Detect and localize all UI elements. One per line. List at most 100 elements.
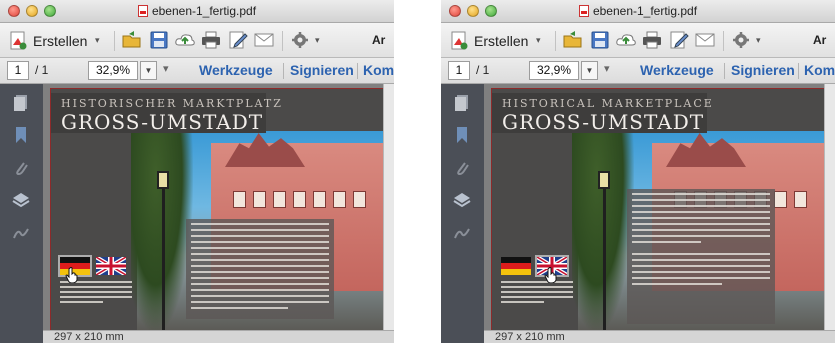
nav-more-icon[interactable]: ▾ bbox=[163, 62, 169, 75]
nav-separator bbox=[724, 63, 725, 79]
title-bar: ebenen-1_fertig.pdf bbox=[0, 0, 394, 23]
street-lamp bbox=[157, 171, 169, 330]
print-icon[interactable] bbox=[200, 30, 222, 50]
vertical-scrollbar[interactable] bbox=[383, 84, 394, 343]
hand-cursor-icon bbox=[65, 267, 78, 283]
navigation-bar: 1 / 1 32,9% ▼ ▾ Werkzeuge Signieren Komm bbox=[0, 58, 394, 84]
document-canvas: HISTORICAL MARKETPLACE GROSS-UMSTADT 297… bbox=[484, 84, 835, 343]
toolbar-separator bbox=[282, 31, 283, 51]
pdf-page: HISTORISCHER MARKTPLATZ GROSS-UMSTADT bbox=[50, 88, 394, 331]
header-subtitle: HISTORICAL MARKETPLACE bbox=[502, 97, 714, 110]
page-number-input[interactable]: 1 bbox=[7, 61, 29, 80]
status-bar: 297 x 210 mm bbox=[43, 330, 394, 343]
building-window bbox=[313, 191, 326, 208]
toolbar-overflow-label[interactable]: Ar bbox=[372, 33, 385, 47]
cloud-upload-icon[interactable] bbox=[615, 30, 637, 50]
create-dropdown-arrow-icon[interactable]: ▾ bbox=[95, 35, 100, 46]
page-size-label: 297 x 210 mm bbox=[495, 331, 565, 343]
open-folder-icon[interactable] bbox=[562, 30, 584, 50]
page-number-input[interactable]: 1 bbox=[448, 61, 470, 80]
cloud-upload-icon[interactable] bbox=[174, 30, 196, 50]
zoom-input[interactable]: 32,9% bbox=[88, 61, 138, 80]
signatures-icon[interactable] bbox=[12, 224, 30, 242]
edit-sign-icon[interactable] bbox=[668, 30, 690, 50]
vertical-scrollbar[interactable] bbox=[824, 84, 835, 343]
comment-link[interactable]: Komm bbox=[804, 62, 835, 78]
toolbar-separator bbox=[555, 31, 556, 51]
nav-more-icon[interactable]: ▾ bbox=[604, 62, 610, 75]
navigation-bar: 1 / 1 32,9% ▼ ▾ Werkzeuge Signieren Komm bbox=[441, 58, 835, 84]
pages-panel-icon[interactable] bbox=[453, 94, 471, 112]
building-window bbox=[794, 191, 807, 208]
nav-separator bbox=[798, 63, 799, 79]
town-hall-roof bbox=[666, 133, 746, 167]
bookmark-icon[interactable] bbox=[12, 126, 30, 144]
sign-link[interactable]: Signieren bbox=[290, 62, 354, 78]
zoom-input[interactable]: 32,9% bbox=[529, 61, 579, 80]
mail-icon[interactable] bbox=[694, 30, 716, 50]
sign-link[interactable]: Signieren bbox=[731, 62, 795, 78]
mail-icon[interactable] bbox=[253, 30, 275, 50]
layers-icon[interactable] bbox=[453, 191, 471, 209]
title-bar: ebenen-1_fertig.pdf bbox=[441, 0, 835, 23]
town-info-caption bbox=[60, 281, 132, 306]
pages-panel-icon[interactable] bbox=[12, 94, 30, 112]
signatures-icon[interactable] bbox=[453, 224, 471, 242]
header-title: GROSS-UMSTADT bbox=[502, 110, 705, 134]
window-title-text: ebenen-1_fertig.pdf bbox=[592, 4, 698, 18]
attachment-icon[interactable] bbox=[453, 159, 471, 177]
edit-sign-icon[interactable] bbox=[227, 30, 249, 50]
building-window bbox=[774, 191, 787, 208]
page-total: / 1 bbox=[476, 63, 490, 77]
hand-cursor-icon bbox=[544, 267, 557, 283]
building-window bbox=[233, 191, 246, 208]
building-window bbox=[273, 191, 286, 208]
uk-flag-icon[interactable] bbox=[96, 257, 126, 275]
toolbar: Erstellen ▾ ▾ Ar bbox=[441, 23, 835, 58]
german-flag-icon[interactable] bbox=[501, 257, 531, 275]
open-folder-icon[interactable] bbox=[121, 30, 143, 50]
pdf-page: HISTORICAL MARKETPLACE GROSS-UMSTADT bbox=[491, 88, 835, 331]
create-menu[interactable]: Erstellen bbox=[474, 33, 528, 49]
create-menu[interactable]: Erstellen bbox=[33, 33, 87, 49]
layers-icon[interactable] bbox=[12, 191, 30, 209]
create-pdf-icon[interactable] bbox=[451, 31, 468, 50]
header-title: GROSS-UMSTADT bbox=[61, 110, 264, 134]
zoom-dropdown-icon[interactable]: ▼ bbox=[581, 61, 598, 80]
zoom-dropdown-icon[interactable]: ▼ bbox=[140, 61, 157, 80]
window-title: ebenen-1_fertig.pdf bbox=[441, 4, 835, 18]
page-total: / 1 bbox=[35, 63, 49, 77]
create-dropdown-arrow-icon[interactable]: ▾ bbox=[536, 35, 541, 46]
pdf-window-english: ebenen-1_fertig.pdf Erstellen ▾ ▾ Ar 1 /… bbox=[441, 0, 835, 343]
toolbar-separator bbox=[723, 31, 724, 51]
gear-icon[interactable] bbox=[730, 30, 752, 50]
create-pdf-icon[interactable] bbox=[10, 31, 27, 50]
tools-link[interactable]: Werkzeuge bbox=[199, 62, 273, 78]
status-bar: 297 x 210 mm bbox=[484, 330, 835, 343]
town-hall-roof bbox=[225, 133, 305, 167]
customize-dropdown-arrow-icon[interactable]: ▾ bbox=[315, 35, 320, 46]
pdf-file-icon bbox=[578, 5, 589, 17]
street-lamp bbox=[598, 171, 610, 330]
tools-link[interactable]: Werkzeuge bbox=[640, 62, 714, 78]
header-subtitle: HISTORISCHER MARKTPLATZ bbox=[61, 97, 283, 110]
building-window bbox=[353, 191, 366, 208]
print-icon[interactable] bbox=[641, 30, 663, 50]
customize-dropdown-arrow-icon[interactable]: ▾ bbox=[756, 35, 761, 46]
save-icon[interactable] bbox=[148, 30, 170, 50]
gear-icon[interactable] bbox=[289, 30, 311, 50]
page-size-label: 297 x 210 mm bbox=[54, 331, 124, 343]
toolbar: Erstellen ▾ ▾ Ar bbox=[0, 23, 394, 58]
description-text-box bbox=[627, 189, 775, 324]
navigation-sidebar bbox=[441, 84, 484, 343]
comment-link[interactable]: Komm bbox=[363, 62, 394, 78]
bookmark-icon[interactable] bbox=[453, 126, 471, 144]
pdf-window-german: ebenen-1_fertig.pdf Erstellen ▾ ▾ Ar 1 /… bbox=[0, 0, 394, 343]
save-icon[interactable] bbox=[589, 30, 611, 50]
nav-separator bbox=[357, 63, 358, 79]
town-info-caption bbox=[501, 281, 573, 306]
building-window bbox=[293, 191, 306, 208]
document-canvas: HISTORISCHER MARKTPLATZ GROSS-UMSTADT 29… bbox=[43, 84, 394, 343]
toolbar-overflow-label[interactable]: Ar bbox=[813, 33, 826, 47]
attachment-icon[interactable] bbox=[12, 159, 30, 177]
